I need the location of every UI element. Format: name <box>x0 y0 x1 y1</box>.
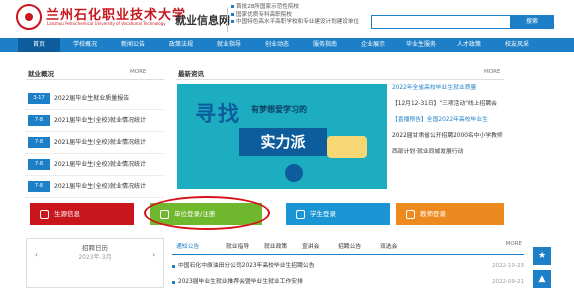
nav-item-service[interactable]: 服务指南 <box>302 38 348 52</box>
nav-item-news[interactable]: 新闻公告 <box>110 38 156 52</box>
search-button[interactable]: 搜索 <box>510 15 554 29</box>
list-item-title[interactable]: 中国石化中原油田分公司2023年高校毕业生招聘公告 <box>178 260 315 272</box>
bullet-icon <box>231 5 234 8</box>
nav-item-policy[interactable]: 政策法规 <box>158 38 204 52</box>
news-title[interactable]: 2022届毕业生就业质量报告 <box>54 93 164 104</box>
back-to-top-icon[interactable]: ▲ <box>533 270 551 288</box>
calendar-next-icon[interactable]: › <box>152 251 155 259</box>
quick-link-student-source[interactable]: 生源信息 <box>30 203 134 225</box>
tab-policy[interactable]: 就业政策 <box>264 241 287 250</box>
banner-boxed-text: 实力派 <box>239 128 327 156</box>
tab-recruitment[interactable]: 招聘公告 <box>338 241 361 250</box>
list-item[interactable]: 3-17 2022届毕业生就业质量报告 <box>26 88 164 110</box>
panel-divider <box>176 79 504 80</box>
panel-divider <box>26 79 164 80</box>
quick-link-label: 教师登录 <box>420 210 446 218</box>
list-item[interactable]: 7-8 2021届毕业生(全校)就业情况统计 <box>26 132 164 154</box>
banner-subline: 有梦想爱学习的 <box>251 105 307 114</box>
list-item[interactable]: 2023届毕业生就业推荐会暨毕业生就业工作安排 2022-09-21 <box>172 276 524 288</box>
university-logo-icon[interactable] <box>16 4 42 30</box>
bullet-icon <box>172 265 175 268</box>
news-link[interactable]: 【直播预告】全国2022年高校毕业生 <box>392 116 552 124</box>
teacher-icon <box>406 209 415 219</box>
university-name-en: Lanzhou Petrochemical University of Voca… <box>47 21 166 26</box>
news-title[interactable]: 2021届毕业生(全校)就业情况统计 <box>54 115 164 126</box>
employment-overview-list: 3-17 2022届毕业生就业质量报告 7-8 2021届毕业生(全校)就业情况… <box>26 88 164 198</box>
header-notices: 首批28所国家示范性院校 国家优质专科高职院校 中国特色高水平高职学校和专业建设… <box>231 4 359 27</box>
tabs-more-link[interactable]: MORE <box>506 241 522 247</box>
news-title[interactable]: 2021届毕业生(全校)就业情况统计 <box>54 137 164 148</box>
tab-job-fair[interactable]: 双选会 <box>380 241 397 250</box>
header-notice: 国家优质专科高职院校 <box>231 12 359 20</box>
date-tag: 7-8 <box>28 115 50 126</box>
nav-item-guidance[interactable]: 就业指导 <box>206 38 252 52</box>
main-nav: 首页 学校概况 新闻公告 政策法规 就业指导 创业动态 服务指南 企业展示 毕业… <box>0 38 574 52</box>
student-icon <box>296 209 305 219</box>
header-notice: 首批28所国家示范性院校 <box>231 4 359 12</box>
notice-text: 首批28所国家示范性院校 <box>236 4 300 10</box>
bullet-icon <box>231 12 234 16</box>
list-item[interactable]: 中国石化中原油田分公司2023年高校毕业生招聘公告 2022-10-23 <box>172 260 524 272</box>
header-notice: 中国特色高水平高职学校和专业建设计划建设单位 <box>231 19 359 27</box>
calendar-title: 招聘日历 <box>82 244 108 252</box>
latest-news-title: 最新资讯 <box>178 70 204 78</box>
news-link[interactable]: 2022届甘肃省公开招聘2000名中小学教师 <box>392 132 552 140</box>
tab-notices[interactable]: 通知公告 <box>176 241 199 250</box>
quick-link-teacher-login[interactable]: 教师登录 <box>396 203 504 225</box>
nav-item-talent[interactable]: 人才政策 <box>446 38 492 52</box>
quick-link-student-login[interactable]: 学生登录 <box>286 203 390 225</box>
nav-item-company[interactable]: 企业展示 <box>350 38 396 52</box>
site-header: 兰州石化职业技术大学 Lanzhou Petrochemical Univers… <box>0 0 574 38</box>
nav-item-home[interactable]: 首页 <box>18 38 60 52</box>
book-icon <box>327 136 367 158</box>
nav-item-startup[interactable]: 创业动态 <box>254 38 300 52</box>
document-icon <box>40 209 49 219</box>
list-item[interactable]: 7-8 2021届毕业生(全校)就业情况统计 <box>26 176 164 198</box>
calendar-month: 2023年-3月 <box>78 254 112 261</box>
list-item-date: 2022-09-21 <box>492 279 524 285</box>
list-item[interactable]: 7-8 2021届毕业生(全校)就业情况统计 <box>26 154 164 176</box>
banner-headline: 寻找 <box>195 102 241 126</box>
notice-tabs: 通知公告 就业指导 就业政策 宣讲会 招聘公告 双选会 MORE <box>172 238 524 255</box>
highlight-annotation <box>144 196 270 230</box>
latest-news-more-link[interactable]: MORE <box>484 69 500 75</box>
nav-item-graduate[interactable]: 毕业生服务 <box>398 38 444 52</box>
nav-item-school[interactable]: 学校概况 <box>62 38 108 52</box>
recruitment-calendar: 招聘日历 ‹ 2023年-3月 › <box>26 238 164 288</box>
list-item-title[interactable]: 2023届毕业生就业推荐会暨毕业生就业工作安排 <box>178 276 303 288</box>
employment-overview-title: 就业概况 <box>28 70 54 78</box>
news-title[interactable]: 2021届毕业生(全校)就业情况统计 <box>54 181 164 192</box>
site-name: 就业信息网 <box>175 14 230 27</box>
tab-guidance[interactable]: 就业指导 <box>226 241 249 250</box>
latest-news-list: 2022年全省高校毕业生就业质量 【12月12-31日】"三项活动"线上招聘会 … <box>392 84 552 156</box>
student-figure-icon <box>285 164 303 182</box>
date-tag: 7-8 <box>28 159 50 170</box>
news-title[interactable]: 2021届毕业生(全校)就业情况统计 <box>54 159 164 170</box>
news-banner[interactable]: 寻找 有梦想爱学习的 实力派 <box>177 84 387 189</box>
employment-overview-more-link[interactable]: MORE <box>130 69 146 75</box>
news-link[interactable]: 西部计划·就业同城发展行动 <box>392 148 552 156</box>
bullet-icon <box>231 20 234 23</box>
list-item[interactable]: 7-8 2021届毕业生(全校)就业情况统计 <box>26 110 164 132</box>
nav-item-alumni[interactable]: 校友风采 <box>494 38 540 52</box>
bullet-icon <box>172 281 175 284</box>
date-tag: 3-17 <box>28 93 50 104</box>
favorite-icon[interactable]: ★ <box>533 247 551 265</box>
notice-text: 中国特色高水平高职学校和专业建设计划建设单位 <box>236 19 360 25</box>
quick-link-label: 学生登录 <box>310 210 336 218</box>
search-input[interactable] <box>371 15 511 29</box>
quick-link-label: 生源信息 <box>54 210 80 218</box>
notice-text: 国家优质专科高职院校 <box>236 11 292 18</box>
header-divider <box>227 8 228 32</box>
news-link[interactable]: 2022年全省高校毕业生就业质量 <box>392 84 552 92</box>
tab-seminar[interactable]: 宣讲会 <box>302 241 319 250</box>
list-item-date: 2022-10-23 <box>492 263 524 269</box>
news-link[interactable]: 【12月12-31日】"三项活动"线上招聘会 <box>392 100 552 108</box>
date-tag: 7-8 <box>28 137 50 148</box>
date-tag: 7-8 <box>28 181 50 192</box>
